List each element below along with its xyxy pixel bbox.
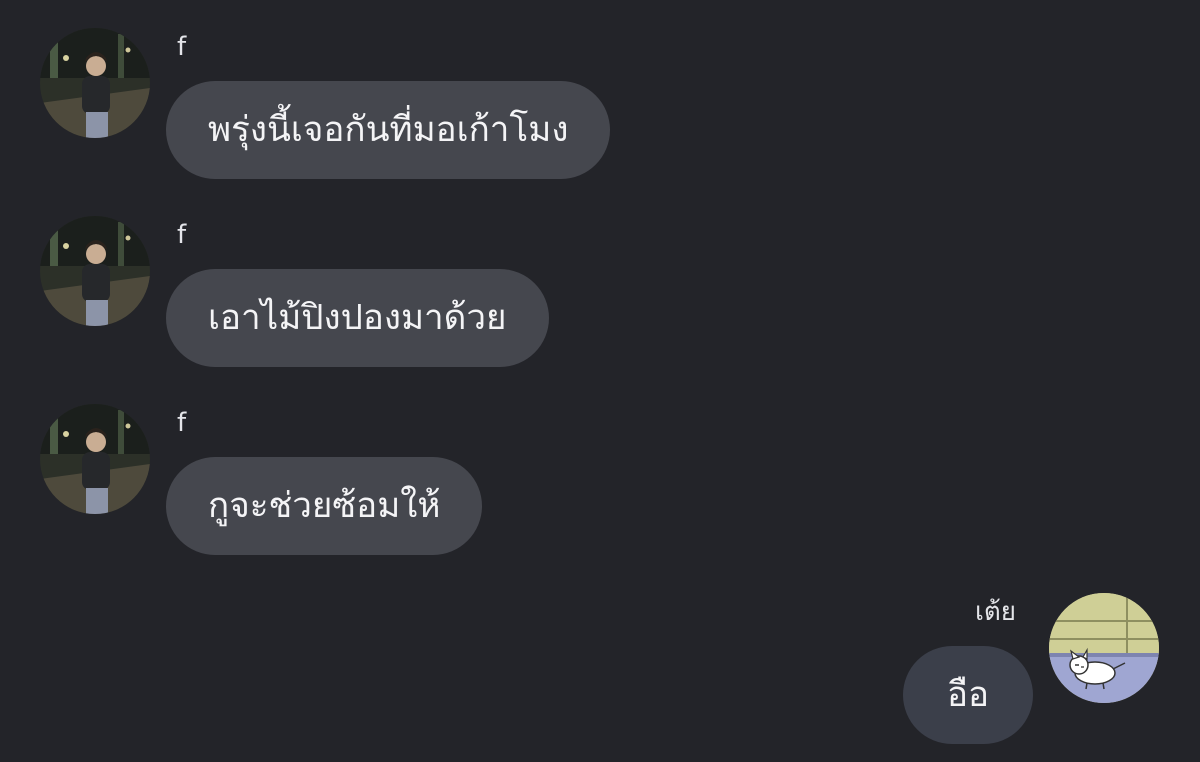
message-bubble[interactable]: อือ xyxy=(903,646,1034,744)
user-photo-icon xyxy=(40,216,150,326)
message-bubble[interactable]: เอาไม้ปิงปองมาด้วย xyxy=(166,269,549,367)
avatar[interactable] xyxy=(40,216,150,326)
user-photo-icon xyxy=(40,404,150,514)
sender-name: f xyxy=(177,220,187,250)
sender-name: f xyxy=(177,408,187,438)
cartoon-dog-icon xyxy=(1049,593,1159,703)
avatar[interactable] xyxy=(40,28,150,138)
sender-name: เต้ย xyxy=(975,597,1017,627)
avatar[interactable] xyxy=(40,404,150,514)
message-bubble[interactable]: พรุ่งนี้เจอกันที่มอเก้าโมง xyxy=(166,81,611,179)
sender-name: f xyxy=(177,32,187,62)
user-photo-icon xyxy=(40,28,150,138)
avatar[interactable] xyxy=(1049,593,1159,703)
chat-conversation: f พรุ่งนี้เจอกันที่มอเก้าโมง f เอาไม้ปิง… xyxy=(0,0,1200,762)
message-bubble[interactable]: กูจะช่วยซ้อมให้ xyxy=(166,457,483,555)
